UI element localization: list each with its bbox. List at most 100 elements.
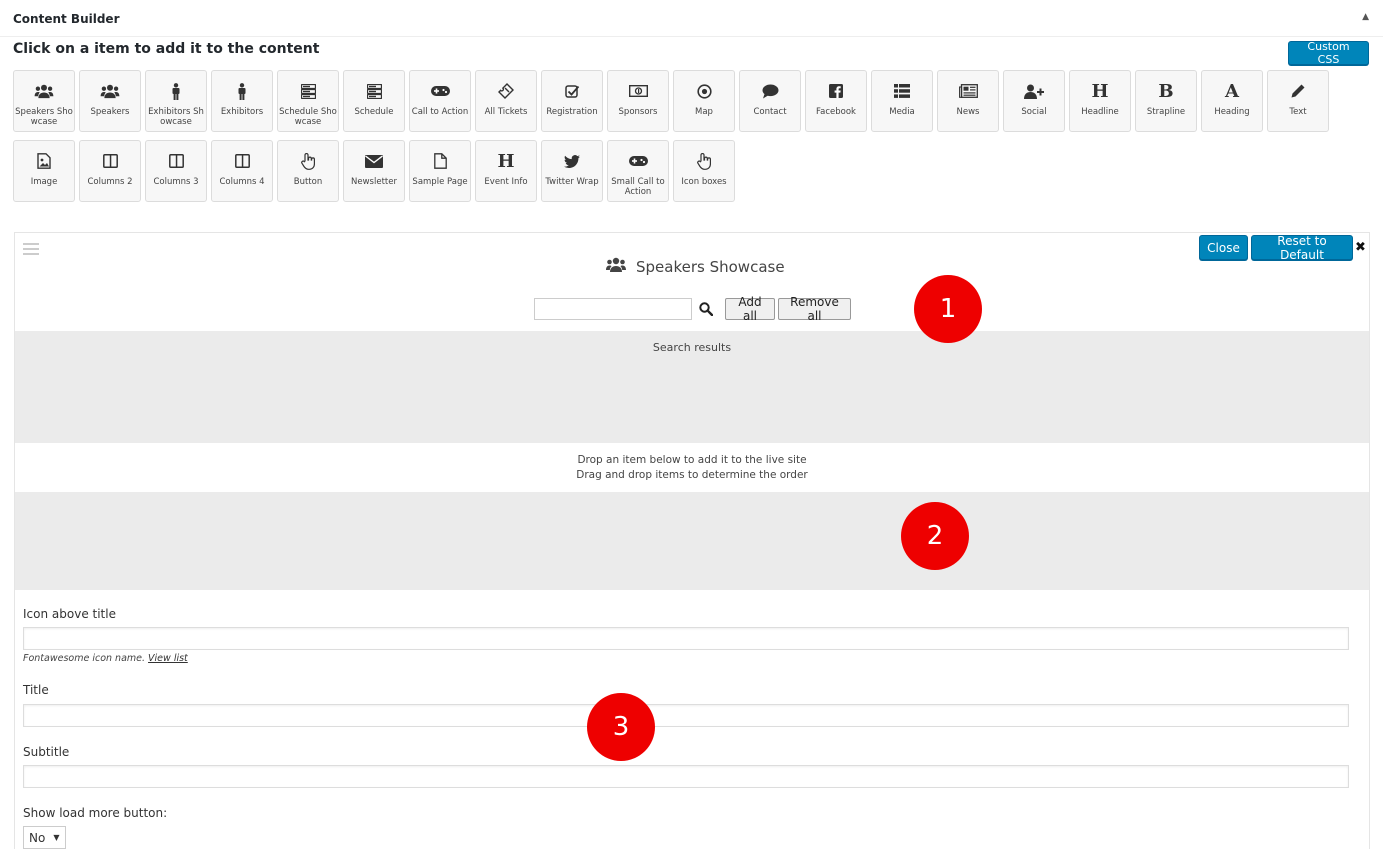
gamepad-icon	[410, 81, 470, 101]
twitter-icon	[542, 151, 602, 171]
male-icon	[212, 81, 272, 101]
palette-item-label: Call to Action	[411, 107, 469, 117]
palette-item-event-info[interactable]: H Event Info	[475, 140, 537, 202]
server-icon	[278, 81, 338, 101]
palette-item-label: Facebook	[816, 107, 856, 117]
load-more-select[interactable]: No ▼	[23, 826, 66, 849]
palette-item-all-tickets[interactable]: All Tickets	[475, 70, 537, 132]
palette-item-call-to-action[interactable]: Call to Action	[409, 70, 471, 132]
image-icon	[14, 151, 74, 171]
columns-icon	[80, 151, 140, 171]
palette-item-image[interactable]: Image	[13, 140, 75, 202]
drag-handle-icon[interactable]	[23, 243, 39, 255]
palette-item-social[interactable]: Social	[1003, 70, 1065, 132]
add-all-button[interactable]: Add all	[725, 295, 775, 323]
instruction-text: Click on a item to add it to the content	[13, 41, 320, 57]
palette-item-news[interactable]: News	[937, 70, 999, 132]
icon-field-label: Icon above title	[23, 607, 116, 621]
palette-item-label: Small Call to Action	[611, 177, 665, 197]
palette-item-twitter-wrap[interactable]: Twitter Wrap	[541, 140, 603, 202]
palette-item-contact[interactable]: Contact	[739, 70, 801, 132]
palette-item-speakers[interactable]: Speakers	[79, 70, 141, 132]
palette-item-sponsors[interactable]: Sponsors	[607, 70, 669, 132]
palette-item-text[interactable]: Text	[1267, 70, 1329, 132]
editor-title-text: Speakers Showcase	[636, 258, 785, 276]
font-icon: A	[1225, 80, 1239, 102]
palette-item-sample-page[interactable]: Sample Page	[409, 140, 471, 202]
palette-item-label: Heading	[1214, 107, 1250, 117]
palette-item-registration[interactable]: Registration	[541, 70, 603, 132]
palette-item-label: Icon boxes	[681, 177, 727, 187]
bold-icon: B	[1158, 80, 1174, 102]
subtitle-field-label: Subtitle	[23, 745, 70, 759]
palette-item-button[interactable]: Button	[277, 140, 339, 202]
title-field[interactable]	[23, 704, 1349, 727]
subtitle-field[interactable]	[23, 765, 1349, 788]
palette-item-label: Columns 4	[219, 177, 265, 187]
palette-item-label: Map	[695, 107, 713, 117]
reset-to-default-button[interactable]: Reset to Default	[1251, 234, 1353, 262]
palette-item-label: Sponsors	[618, 107, 658, 117]
palette-item-media[interactable]: Media	[871, 70, 933, 132]
palette-item-label: Button	[293, 177, 323, 187]
header-icon: H	[1091, 80, 1109, 102]
palette-item-exhibitors-showcase[interactable]: Exhibitors Showcase	[145, 70, 207, 132]
palette-item-columns-3[interactable]: Columns 3	[145, 140, 207, 202]
remove-all-button[interactable]: Remove all	[778, 295, 851, 323]
palette-item-columns-2[interactable]: Columns 2	[79, 140, 141, 202]
close-icon[interactable]: ✖	[1355, 240, 1366, 255]
palette-item-newsletter[interactable]: Newsletter	[343, 140, 405, 202]
money-icon	[608, 81, 668, 101]
palette-item-label: Twitter Wrap	[545, 177, 599, 187]
palette-item-map[interactable]: Map	[673, 70, 735, 132]
palette-item-label: Schedule	[354, 107, 394, 117]
drop-hint-line-2: Drag and drop items to determine the ord…	[576, 469, 808, 481]
ticket-icon	[476, 81, 536, 101]
search-results-area: Search results	[15, 331, 1369, 443]
search-input[interactable]	[534, 298, 692, 320]
palette-item-headline[interactable]: H Headline	[1069, 70, 1131, 132]
comment-icon	[740, 81, 800, 101]
palette-item-label: Image	[30, 177, 58, 187]
view-list-link[interactable]: View list	[148, 653, 188, 664]
editor-title: Speakers Showcase	[606, 257, 785, 277]
load-more-label: Show load more button:	[23, 806, 168, 820]
header-icon: H	[497, 150, 515, 172]
palette-item-heading[interactable]: A Heading	[1201, 70, 1263, 132]
user-plus-icon	[1004, 81, 1064, 101]
panel-title: Content Builder	[13, 12, 120, 26]
palette-item-strapline[interactable]: B Strapline	[1135, 70, 1197, 132]
triangle-up-icon[interactable]: ▲	[1362, 12, 1369, 22]
palette-item-label: Event Info	[484, 177, 528, 187]
newspaper-icon	[938, 81, 998, 101]
palette-item-exhibitors[interactable]: Exhibitors	[211, 70, 273, 132]
drop-zone[interactable]	[15, 492, 1369, 590]
close-button[interactable]: Close	[1199, 235, 1248, 260]
palette-item-schedule-showcase[interactable]: Schedule Showcase	[277, 70, 339, 132]
palette-item-small-call-to-action[interactable]: Small Call to Action	[607, 140, 669, 202]
pencil-icon	[1268, 81, 1328, 101]
load-more-value: No	[29, 830, 46, 845]
male-icon	[146, 81, 206, 101]
custom-css-button[interactable]: Custom CSS	[1288, 40, 1369, 66]
users-icon	[606, 257, 626, 277]
palette-item-label: Columns 2	[87, 177, 133, 187]
palette-item-speakers-showcase[interactable]: Speakers Showcase	[13, 70, 75, 132]
palette-item-columns-4[interactable]: Columns 4	[211, 140, 273, 202]
palette-item-label: Exhibitors Showcase	[148, 107, 204, 127]
caret-down-icon: ▼	[53, 833, 60, 842]
icon-field[interactable]	[23, 627, 1349, 650]
title-field-label: Title	[23, 683, 49, 697]
users-icon	[14, 81, 74, 101]
palette-item-facebook[interactable]: Facebook	[805, 70, 867, 132]
palette-item-label: Text	[1289, 107, 1307, 117]
hand-pointer-icon	[674, 151, 734, 171]
search-results-label: Search results	[652, 341, 732, 354]
palette-item-label: Registration	[546, 107, 598, 117]
palette-item-schedule[interactable]: Schedule	[343, 70, 405, 132]
search-icon[interactable]	[699, 301, 714, 320]
palette-item-icon-boxes[interactable]: Icon boxes	[673, 140, 735, 202]
palette-item-label: Social	[1021, 107, 1047, 117]
palette-item-label: Sample Page	[412, 177, 468, 187]
list-icon	[872, 81, 932, 101]
